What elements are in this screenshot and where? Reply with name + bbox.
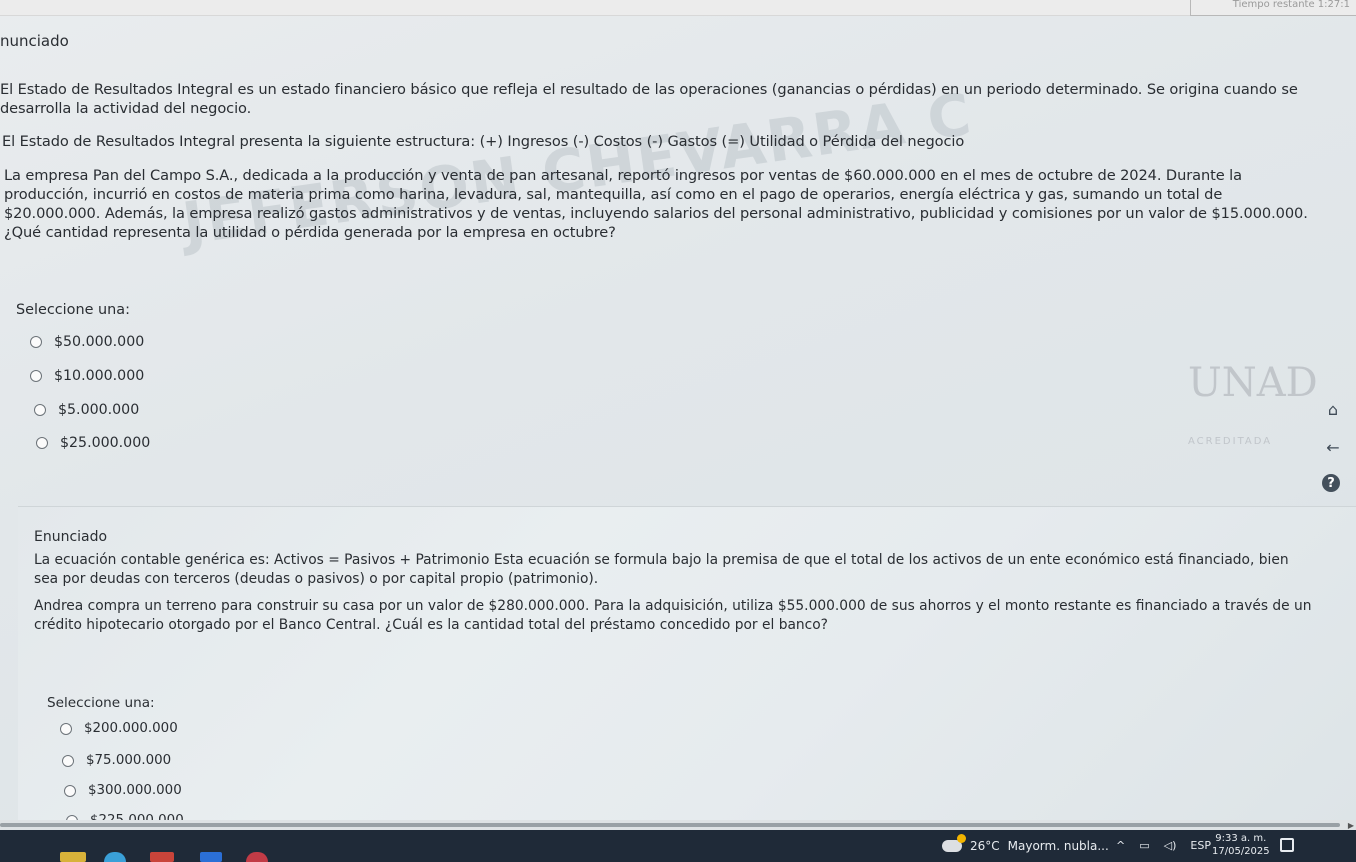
question-1-option-b[interactable]: $10.000.000 (30, 368, 144, 384)
radio-button[interactable] (36, 437, 48, 449)
taskbar-app-icon[interactable] (200, 852, 222, 862)
question-1: nunciado El Estado de Resultados Integra… (0, 22, 1356, 492)
question-2-paragraph-1: La ecuación contable genérica es: Activo… (34, 552, 1289, 587)
cloud-icon (942, 834, 966, 852)
notification-icon[interactable] (1280, 838, 1294, 852)
chevron-up-icon[interactable]: ^ (1116, 839, 1125, 852)
clock[interactable]: 9:33 a. m. 17/05/2025 (1212, 832, 1270, 858)
timer-label: Tiempo restante 1:27:1 (1232, 0, 1350, 10)
question-1-paragraph-3: La empresa Pan del Campo S.A., dedicada … (4, 167, 1308, 241)
radio-button[interactable] (60, 722, 72, 735)
scrollbar-thumb[interactable] (0, 823, 1340, 827)
horizontal-scrollbar[interactable]: ▶ (0, 820, 1356, 830)
weather-temp: 26°C (970, 839, 1000, 853)
language-indicator[interactable]: ESP (1190, 839, 1211, 852)
radio-button[interactable] (30, 336, 42, 348)
option-label: $5.000.000 (58, 402, 140, 418)
taskbar-app-icon[interactable] (60, 852, 86, 862)
option-label: $25.000.000 (60, 435, 151, 451)
side-navigation: ⌂ ← ? (1322, 398, 1346, 508)
taskbar: 26°C Mayorm. nubla... ^ ▭ ◁) ESP 9:33 a.… (0, 830, 1356, 862)
question-2: Enunciado La ecuación contable genérica … (18, 506, 1356, 828)
question-1-paragraph-2: El Estado de Resultados Integral present… (2, 133, 965, 150)
question-1-paragraph-1: El Estado de Resultados Integral es un e… (0, 81, 1298, 117)
weather-text: Mayorm. nubla... (1007, 839, 1109, 853)
timer-box: Tiempo restante 1:27:1 (1190, 0, 1356, 16)
clock-date: 17/05/2025 (1212, 846, 1270, 857)
radio-button[interactable] (62, 754, 74, 767)
speaker-icon[interactable]: ◁) (1164, 839, 1177, 852)
radio-button[interactable] (30, 370, 42, 382)
home-icon[interactable]: ⌂ (1322, 398, 1344, 420)
radio-button[interactable] (34, 404, 46, 416)
radio-button[interactable] (64, 784, 76, 797)
question-2-option-b[interactable]: $75.000.000 (62, 753, 171, 768)
taskbar-app-icon[interactable] (104, 852, 126, 862)
option-label: $300.000.000 (88, 783, 182, 798)
question-1-option-a[interactable]: $50.000.000 (30, 334, 144, 350)
option-label: $50.000.000 (54, 334, 145, 350)
system-tray: ^ ▭ ◁) ESP (1116, 839, 1211, 852)
question-2-option-c[interactable]: $300.000.000 (64, 783, 182, 798)
question-1-heading: nunciado (0, 32, 69, 50)
option-label: $10.000.000 (54, 368, 145, 384)
question-2-select-label: Seleccione una: (47, 695, 155, 711)
clock-time: 9:33 a. m. (1215, 833, 1267, 844)
network-icon[interactable]: ▭ (1139, 839, 1149, 852)
question-2-paragraph-2: Andrea compra un terreno para construir … (34, 598, 1312, 633)
question-2-heading: Enunciado (34, 529, 108, 545)
question-1-select-label: Seleccione una: (16, 302, 130, 318)
option-label: $200.000.000 (84, 721, 178, 736)
help-icon[interactable]: ? (1322, 474, 1340, 492)
question-2-option-a[interactable]: $200.000.000 (60, 721, 178, 736)
question-1-option-d[interactable]: $25.000.000 (36, 435, 150, 451)
taskbar-app-icon[interactable] (246, 852, 268, 862)
taskbar-app-icon[interactable] (150, 852, 174, 862)
question-1-option-c[interactable]: $5.000.000 (34, 402, 139, 418)
option-label: $75.000.000 (86, 753, 172, 768)
scroll-right-arrow-icon[interactable]: ▶ (1348, 821, 1354, 830)
top-bar: Tiempo restante 1:27:1 (0, 0, 1356, 16)
weather-widget[interactable]: 26°C Mayorm. nubla... (942, 834, 1109, 853)
back-arrow-icon[interactable]: ← (1322, 436, 1344, 458)
